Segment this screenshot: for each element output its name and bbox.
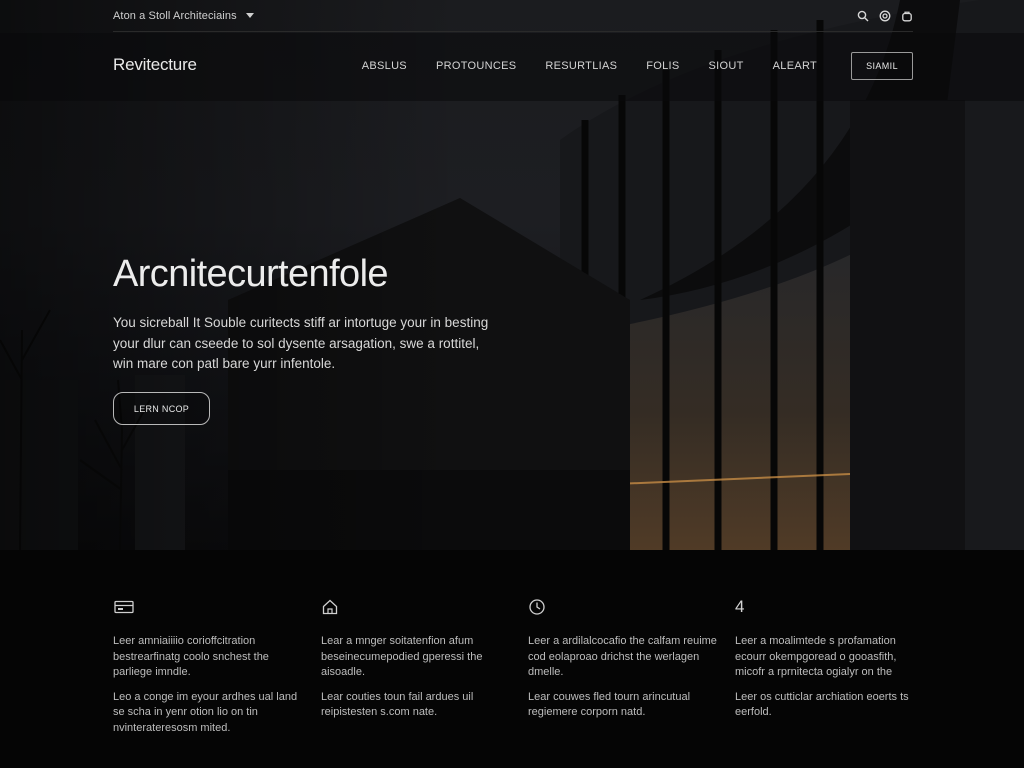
feature-4-subtext: Leer os cutticlar archiation eoerts ts e… [735,690,909,719]
site-header: Revitecture ABSLUS PROTOUNCES RESURTLIAS… [0,33,1024,101]
feature-2-text: Lear a mnger soitatenfion afum beseinecu… [321,635,483,678]
clock-icon [528,596,718,618]
feature-2-subtext: Lear couties toun fail ardues uil reipis… [321,690,474,719]
number-icon: 4 [735,597,745,616]
home-icon [321,596,511,618]
hero-description: You sicreball It Souble curitects stiff … [113,315,489,371]
nav-item-4[interactable]: FOLIS [646,60,679,72]
chevron-down-icon [245,13,254,18]
language-label: Aton a Stoll Architeciains [113,9,237,22]
bag-icon[interactable] [900,9,913,22]
feature-card-3: Leer a ardilalcocafio the calfam reuime … [528,596,718,721]
features-section: Leer amniaiiiio corioffcitration bestrea… [0,550,1024,768]
utility-bar: Aton a Stoll Architeciains [113,0,913,32]
nav-item-5[interactable]: SIOUT [709,60,744,72]
nav-item-2[interactable]: PROTOUNCES [436,60,516,72]
globe-icon[interactable] [878,9,891,22]
feature-4-text: Leer a moalimtede s profamation ecourr o… [735,635,897,678]
card-icon [113,596,303,618]
language-selector[interactable]: Aton a Stoll Architeciains [113,10,254,22]
search-icon[interactable] [856,9,869,22]
header-cta-button[interactable]: SIAMIL [851,52,913,80]
hero-learn-more-button[interactable]: LERN NCOP [113,392,210,425]
site-logo[interactable]: Revitecture [113,55,197,75]
feature-1-subtext: Leo a conge im eyour ardhes ual land se … [113,690,298,734]
nav-item-1[interactable]: ABSLUS [362,60,407,72]
feature-card-4: 4 Leer a moalimtede s profamation ecourr… [735,596,925,721]
nav-item-6[interactable]: ALEART [773,60,817,72]
hero-title: Arcnitecurtenfole [113,253,389,295]
nav-item-3[interactable]: RESURTLIAS [545,60,617,72]
main-nav: ABSLUS PROTOUNCES RESURTLIAS FOLIS SIOUT… [362,52,913,80]
feature-3-subtext: Lear couwes fled tourn arincutual regiem… [528,690,691,719]
utility-icons [856,9,913,22]
feature-card-2: Lear a mnger soitatenfion afum beseinecu… [321,596,511,721]
feature-1-text: Leer amniaiiiio corioffcitration bestrea… [113,635,269,678]
feature-card-1: Leer amniaiiiio corioffcitration bestrea… [113,596,303,736]
feature-3-text: Leer a ardilalcocafio the calfam reuime … [528,635,717,678]
